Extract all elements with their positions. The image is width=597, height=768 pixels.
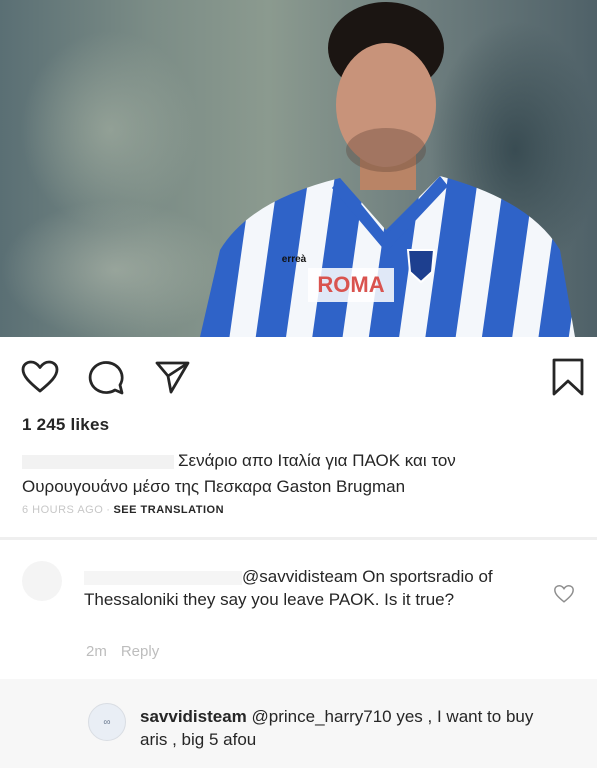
comment-item: @savvidisteam On sportsradio of Thessalo…: [0, 541, 597, 677]
see-translation-link[interactable]: SEE TRANSLATION: [113, 504, 224, 516]
meta-separator: ·: [106, 504, 111, 516]
player-figure: ROMA erreà: [200, 2, 575, 337]
post-action-bar: [0, 345, 597, 405]
caption-username-redacted[interactable]: [22, 454, 174, 469]
heart-icon: [21, 360, 59, 393]
like-button[interactable]: [20, 357, 60, 397]
section-divider: [0, 537, 597, 540]
comment-text: @savvidisteam On sportsradio of Thessalo…: [84, 565, 524, 611]
comment-mention[interactable]: @savvidisteam: [242, 567, 358, 586]
post-photo[interactable]: ROMA erreà: [0, 0, 597, 337]
bookmark-icon: [552, 358, 584, 396]
post-caption: Σενάριο απο Ιταλία για ΠΑΟΚ και τον Ουρο…: [22, 448, 562, 500]
post-meta: 6 HOURS AGO · SEE TRANSLATION: [22, 504, 224, 516]
reply-comment-item: ∞ savvidisteam @prince_harry710 yes , I …: [0, 679, 597, 768]
svg-text:erreà: erreà: [282, 254, 307, 265]
share-button[interactable]: [152, 357, 192, 397]
post-timestamp: 6 HOURS AGO: [22, 504, 104, 516]
svg-text:ROMA: ROMA: [317, 272, 384, 297]
likes-count[interactable]: 1 245 likes: [22, 415, 109, 435]
comment-username-redacted[interactable]: [84, 570, 242, 585]
comment-icon: [88, 361, 124, 395]
avatar[interactable]: [22, 561, 62, 601]
comment-age: 2m: [86, 643, 107, 660]
save-button[interactable]: [548, 357, 588, 397]
reply-button[interactable]: Reply: [121, 643, 159, 660]
heart-icon[interactable]: [553, 583, 575, 605]
comment-button[interactable]: [86, 357, 126, 397]
comment-meta: 2m Reply: [86, 643, 159, 660]
send-icon: [155, 361, 190, 394]
avatar-mark: ∞: [103, 716, 111, 728]
comment-text: savvidisteam @prince_harry710 yes , I wa…: [140, 705, 560, 751]
avatar[interactable]: ∞: [88, 703, 126, 741]
comment-username[interactable]: savvidisteam: [140, 707, 247, 726]
